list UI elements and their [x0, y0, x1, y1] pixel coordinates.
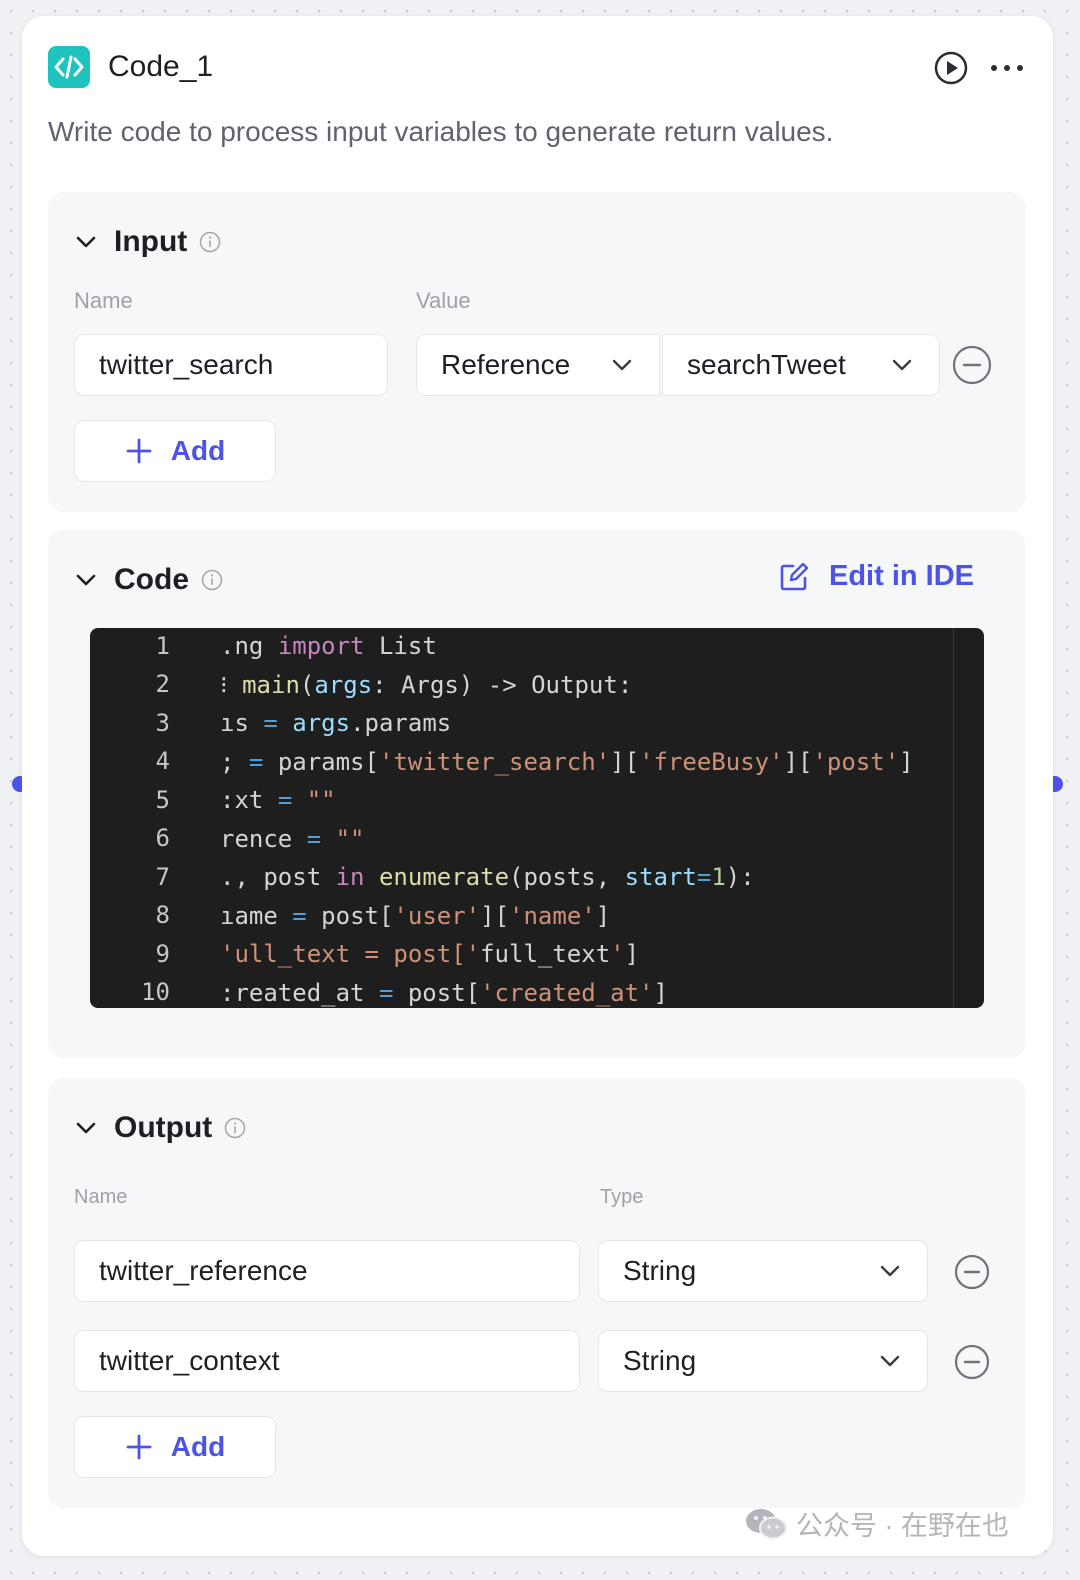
- edit-in-ide-label: Edit in IDE: [829, 560, 974, 592]
- input-name-field[interactable]: twitter_search: [74, 334, 388, 396]
- wechat-icon: [746, 1508, 787, 1539]
- output-name-value: twitter_reference: [99, 1255, 308, 1286]
- plus-icon: [126, 1434, 152, 1460]
- value-type-select[interactable]: Reference: [416, 334, 660, 396]
- info-icon[interactable]: [224, 1117, 246, 1139]
- output-type-select[interactable]: String: [598, 1330, 928, 1392]
- code-line: ⁝ main(args: Args) -> Output:: [220, 670, 633, 699]
- line-number: 3: [155, 709, 170, 737]
- code-line: rence = "": [220, 824, 365, 853]
- add-output-button[interactable]: Add: [74, 1416, 276, 1478]
- output-section: Output Name Type twitter_reference Strin…: [48, 1078, 1026, 1508]
- watermark: 公众号 · 在野在也: [744, 1504, 1009, 1543]
- code-line: ; = params['twitter_search']['freeBusy']…: [220, 747, 914, 776]
- output-name-value: twitter_context: [99, 1345, 280, 1376]
- remove-input-button[interactable]: [952, 345, 992, 385]
- code-node-card: Code_1 Write code to process input varia…: [22, 16, 1053, 1556]
- remove-output-button[interactable]: [952, 1342, 992, 1382]
- plus-icon: [126, 438, 152, 464]
- input-section-title: Input: [114, 225, 188, 258]
- output-name-field[interactable]: twitter_reference: [74, 1240, 580, 1302]
- chevron-down-icon: [612, 359, 632, 371]
- chevron-down-icon[interactable]: [74, 230, 98, 254]
- add-input-button[interactable]: Add: [74, 420, 276, 482]
- line-number: 5: [155, 786, 170, 814]
- run-button[interactable]: [933, 50, 969, 86]
- input-section-header[interactable]: Input: [74, 222, 221, 262]
- code-line: ıame = post['user']['name']: [220, 901, 611, 930]
- code-text-area[interactable]: .ng import List ⁝ main(args: Args) -> Out…: [220, 628, 952, 1008]
- code-line: :xt = "": [220, 786, 336, 814]
- editor-scrollbar-track[interactable]: [953, 628, 954, 1008]
- minus-circle-icon: [952, 345, 992, 385]
- line-number-gutter: 1 2 3 4 5 6 7 8 9 10: [90, 628, 190, 1008]
- code-line: ıs = args.params: [220, 709, 452, 737]
- code-line: ., post in enumerate(posts, start=1):: [220, 863, 755, 891]
- code-editor[interactable]: 1 2 3 4 5 6 7 8 9 10 .ng import List ⁝ ma…: [90, 628, 984, 1008]
- minus-circle-icon: [954, 1254, 990, 1290]
- output-name-column-label: Name: [74, 1186, 128, 1208]
- line-number: 4: [155, 747, 170, 775]
- output-section-header[interactable]: Output: [74, 1108, 246, 1148]
- line-number: 7: [155, 863, 170, 891]
- chevron-down-icon: [880, 1355, 900, 1367]
- code-line: 'ull_text = post['full_text']: [220, 940, 640, 968]
- ellipsis-icon: [991, 65, 1023, 71]
- output-name-field[interactable]: twitter_context: [74, 1330, 580, 1392]
- output-type-value: String: [623, 1255, 697, 1286]
- remove-output-button[interactable]: [952, 1252, 992, 1292]
- edit-icon: [780, 562, 809, 590]
- chevron-down-icon: [892, 359, 912, 371]
- minus-circle-icon: [954, 1344, 990, 1380]
- code-line: .ng import List: [220, 632, 437, 660]
- output-type-select[interactable]: String: [598, 1240, 928, 1302]
- reference-variable-select[interactable]: searchTweet: [662, 334, 940, 396]
- output-type-column-label: Type: [600, 1186, 644, 1208]
- output-type-value: String: [623, 1345, 697, 1376]
- code-section-header[interactable]: Code: [74, 560, 223, 600]
- line-number: 2: [155, 670, 170, 698]
- output-section-title: Output: [114, 1111, 213, 1144]
- watermark-text: 公众号 · 在野在也: [796, 1511, 1009, 1541]
- line-number: 10: [141, 978, 170, 1006]
- play-icon: [934, 51, 968, 85]
- add-output-label: Add: [170, 1431, 226, 1462]
- value-type-value: Reference: [441, 349, 571, 380]
- reference-variable-value: searchTweet: [687, 349, 846, 380]
- code-icon: [48, 46, 90, 88]
- input-name-column-label: Name: [74, 288, 133, 313]
- node-title: Code_1: [108, 50, 214, 83]
- line-number: 1: [155, 632, 170, 660]
- line-number: 8: [155, 901, 170, 929]
- info-icon[interactable]: [199, 231, 221, 253]
- code-section: Code Edit in IDE 1 2 3 4 5 6 7 8 9 10 .n…: [48, 530, 1026, 1058]
- code-section-title: Code: [114, 563, 189, 596]
- input-name-value: twitter_search: [99, 349, 274, 380]
- input-section: Input Name Value twitter_search Referenc…: [48, 192, 1026, 512]
- edit-in-ide-button[interactable]: Edit in IDE: [779, 560, 974, 593]
- add-input-label: Add: [170, 435, 226, 466]
- line-number: 6: [155, 824, 170, 852]
- node-description: Write code to process input variables to…: [48, 116, 834, 147]
- chevron-down-icon[interactable]: [74, 568, 98, 592]
- chevron-down-icon: [880, 1265, 900, 1277]
- code-line: :reated_at = post['created_at']: [220, 978, 668, 1007]
- info-icon[interactable]: [201, 569, 223, 591]
- chevron-down-icon[interactable]: [74, 1116, 98, 1140]
- line-number: 9: [155, 940, 170, 968]
- more-options-button[interactable]: [987, 50, 1027, 86]
- node-header: Code_1: [48, 46, 1027, 90]
- input-value-column-label: Value: [416, 288, 471, 313]
